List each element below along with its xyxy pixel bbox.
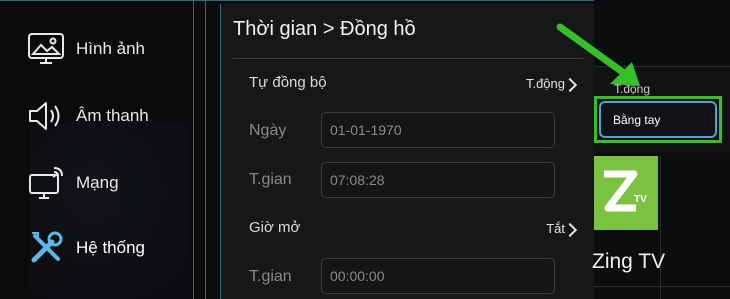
grid-line [660, 156, 661, 299]
divider [233, 58, 583, 59]
power-on-time-field[interactable]: 00:00:00 [321, 258, 555, 294]
auto-sync-label: Tự đồng bộ [249, 74, 327, 91]
menu-item-picture[interactable]: Hình ảnh [24, 27, 145, 71]
menu-item-system[interactable]: Hệ thống [24, 226, 145, 270]
zing-tv-logo-icon: TV [604, 170, 647, 212]
option-manual[interactable]: Bằng tay [599, 101, 717, 138]
chevron-right-icon [562, 222, 578, 238]
date-value: 01-01-1970 [330, 122, 402, 138]
annotation-arrow-icon [556, 23, 640, 86]
option-manual-label: Bằng tay [613, 113, 661, 127]
frame-line [193, 0, 194, 299]
menu-item-label: Hình ảnh [76, 39, 145, 58]
time-label: T.gian [249, 171, 292, 188]
speaker-icon [24, 94, 68, 138]
grid-line [594, 286, 730, 287]
app-name[interactable]: Zing TV [592, 250, 665, 274]
date-label: Ngày [249, 122, 287, 139]
frame-line [0, 0, 594, 1]
power-on-label: Giờ mở [249, 219, 301, 236]
time-field[interactable]: 07:08:28 [321, 162, 555, 198]
time-value: 07:08:28 [330, 172, 385, 188]
network-monitor-icon [24, 161, 68, 205]
power-on-time-value: 00:00:00 [330, 268, 385, 284]
zing-logo-sub: TV [634, 194, 647, 205]
menu-item-network[interactable]: Mạng [24, 161, 119, 205]
menu-item-label: Âm thanh [76, 106, 149, 125]
menu-item-label: Hệ thống [76, 238, 145, 257]
frame-line [205, 0, 206, 299]
tools-icon [24, 226, 68, 270]
date-field[interactable]: 01-01-1970 [321, 112, 555, 148]
menu-item-label: Mạng [76, 173, 119, 192]
picture-monitor-icon [24, 27, 68, 71]
power-on-time-label: T.gian [249, 268, 292, 285]
panel-title: Thời gian > Đồng hồ [233, 18, 416, 40]
power-on-value: Tắt [546, 221, 565, 236]
zing-tv-tile[interactable]: TV [594, 156, 658, 230]
menu-item-sound[interactable]: Âm thanh [24, 94, 149, 138]
